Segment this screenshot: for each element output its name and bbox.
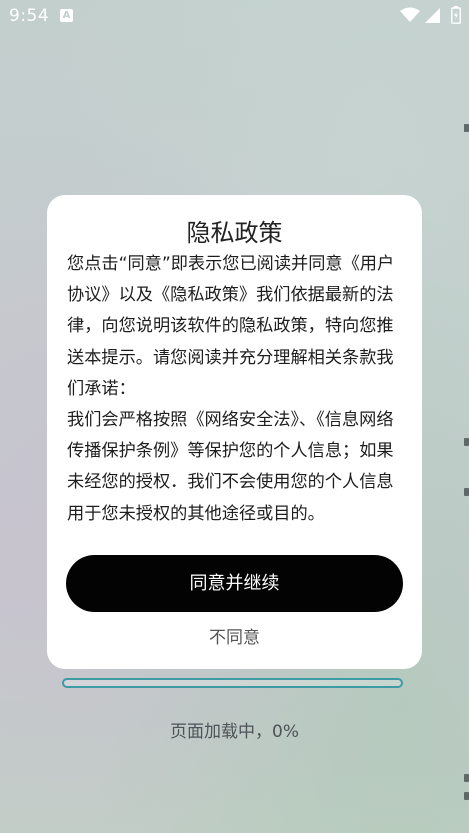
policy-paragraph: 您点击“同意”即表示您已阅读并同意《用户协议》以及《隐私政策》我们依据最新的法律… — [67, 254, 395, 399]
privacy-policy-dialog: 隐私政策 您点击“同意”即表示您已阅读并同意《用户协议》以及《隐私政策》我们依据… — [47, 195, 422, 669]
signal-icon — [425, 8, 440, 23]
status-bar: 9:54 A — [0, 0, 469, 32]
loading-text: 页面加载中，0% — [170, 722, 299, 742]
disagree-button[interactable]: 不同意 — [167, 623, 302, 653]
edge-fragment — [464, 792, 469, 800]
agree-continue-button[interactable]: 同意并继续 — [66, 555, 403, 612]
edge-fragment — [464, 488, 469, 496]
status-time: 9:54 — [9, 6, 50, 26]
edge-fragment — [464, 438, 469, 446]
policy-paragraph: 我们会严格按照《网络安全法》、《信息网络传播保护条例》等保护您的个人信息；如果未… — [67, 410, 394, 524]
edge-fragment — [464, 774, 469, 782]
edge-fragment — [464, 124, 469, 132]
battery-charging-icon — [451, 6, 461, 24]
wifi-icon — [400, 7, 420, 22]
notification-a-icon: A — [60, 9, 73, 22]
loading-progress-bar — [62, 678, 403, 688]
dialog-title: 隐私政策 — [186, 219, 283, 247]
dialog-body: 您点击“同意”即表示您已阅读并同意《用户协议》以及《隐私政策》我们依据最新的法律… — [67, 249, 405, 530]
